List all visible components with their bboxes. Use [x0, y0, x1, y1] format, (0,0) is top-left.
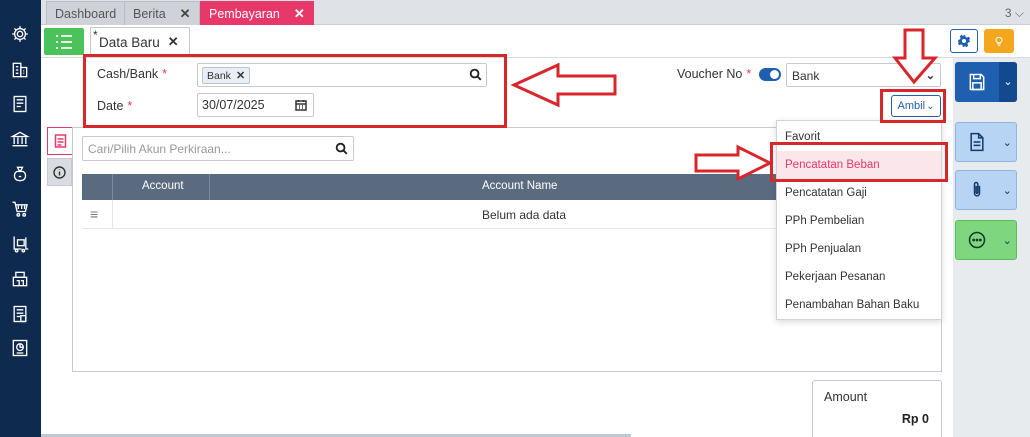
column-account-name: Account Name	[482, 180, 558, 192]
annotation-box-ambil	[880, 89, 946, 123]
action-column: ⌄ ⌄ ⌄ ⌄	[953, 58, 1030, 437]
voucher-auto-toggle[interactable]	[759, 68, 781, 81]
tax-icon[interactable]	[9, 303, 31, 325]
amount-value: Rp 0	[901, 412, 929, 426]
document-icon	[54, 134, 66, 148]
annotation-box-menu-item	[770, 142, 948, 182]
gear-icon[interactable]	[9, 23, 31, 45]
tab-label: Pembayaran	[209, 6, 280, 21]
tab-label: Data Baru	[99, 34, 160, 50]
tab-dashboard[interactable]: Dashboard	[46, 1, 126, 25]
tab-berita[interactable]: Berita ✕	[124, 1, 200, 25]
report-icon[interactable]	[9, 337, 31, 359]
drag-handle-icon[interactable]: ≡	[90, 206, 98, 222]
document-button[interactable]: ⌄	[955, 122, 1017, 162]
menu-item-pekerjaan-pesanan[interactable]: Pekerjaan Pesanan	[777, 263, 941, 291]
tab-pembayaran[interactable]: Pembayaran ✕	[200, 1, 314, 25]
chevron-down-icon[interactable]: ⌄	[999, 184, 1016, 197]
tab-label: Dashboard	[55, 6, 117, 21]
menu-item-penambahan-bahan-baku[interactable]: Penambahan Bahan Baku	[777, 291, 941, 319]
empty-state-text: Belum ada data	[482, 208, 567, 222]
list-icon	[56, 34, 72, 49]
settings-button[interactable]	[950, 29, 978, 53]
annotation-box-form	[83, 54, 507, 128]
close-icon[interactable]: ✕	[180, 6, 191, 22]
building-icon[interactable]	[9, 59, 31, 81]
book-icon[interactable]	[9, 93, 31, 115]
tab-count[interactable]: 3 ⌵	[1005, 6, 1024, 21]
menu-item-pph-penjualan[interactable]: PPh Penjualan	[777, 235, 941, 263]
money-bag-icon[interactable]	[9, 163, 31, 185]
chevron-down-icon[interactable]: ⌄	[999, 62, 1017, 102]
paperclip-icon	[974, 181, 981, 197]
save-icon	[969, 73, 985, 91]
annotation-arrow-down	[891, 28, 939, 87]
tips-button[interactable]	[984, 29, 1014, 53]
menu-item-pph-pembelian[interactable]: PPh Pembelian	[777, 207, 941, 235]
tab-detail-accounts[interactable]	[47, 127, 72, 155]
menu-item-pencatatan-gaji[interactable]: Pencatatan Gaji	[777, 179, 941, 207]
save-button[interactable]: ⌄	[955, 62, 1017, 102]
forklift-icon[interactable]	[9, 233, 31, 255]
warehouse-icon[interactable]	[9, 268, 31, 290]
list-button[interactable]	[44, 28, 84, 55]
cart-icon[interactable]	[9, 198, 31, 220]
account-search-input[interactable]: Cari/Pilih Akun Perkiraan...	[82, 136, 354, 161]
bank-icon[interactable]	[9, 128, 31, 150]
close-icon[interactable]: ✕	[168, 34, 179, 50]
annotation-arrow-left	[510, 62, 617, 111]
amount-label: Amount	[824, 390, 868, 404]
annotation-arrow-right	[694, 144, 774, 184]
more-button[interactable]: ⌄	[955, 220, 1017, 260]
left-nav	[0, 0, 41, 437]
chevron-down-icon[interactable]: ⌄	[999, 234, 1016, 247]
settings-icon	[957, 34, 971, 48]
close-icon[interactable]: ✕	[294, 6, 305, 22]
amount-summary: Amount Rp 0	[812, 380, 942, 437]
voucher-no-label: Voucher No *	[677, 67, 752, 81]
tab-data-baru[interactable]: * Data Baru ✕	[90, 27, 190, 57]
unsaved-marker: *	[93, 28, 98, 42]
more-icon	[969, 231, 986, 249]
document-icon	[970, 132, 984, 152]
info-icon	[53, 165, 66, 179]
tab-bar: Dashboard Berita ✕ Pembayaran ✕ 3 ⌵	[41, 0, 1030, 25]
column-account: Account	[142, 180, 184, 192]
search-icon[interactable]	[335, 142, 348, 158]
tab-label: Berita	[133, 6, 166, 21]
chevron-down-icon: ⌵	[1014, 6, 1024, 20]
chevron-down-icon[interactable]: ⌄	[999, 136, 1016, 149]
lightbulb-icon	[995, 37, 1003, 47]
attachment-button[interactable]: ⌄	[955, 170, 1017, 210]
tab-info[interactable]	[47, 158, 72, 186]
